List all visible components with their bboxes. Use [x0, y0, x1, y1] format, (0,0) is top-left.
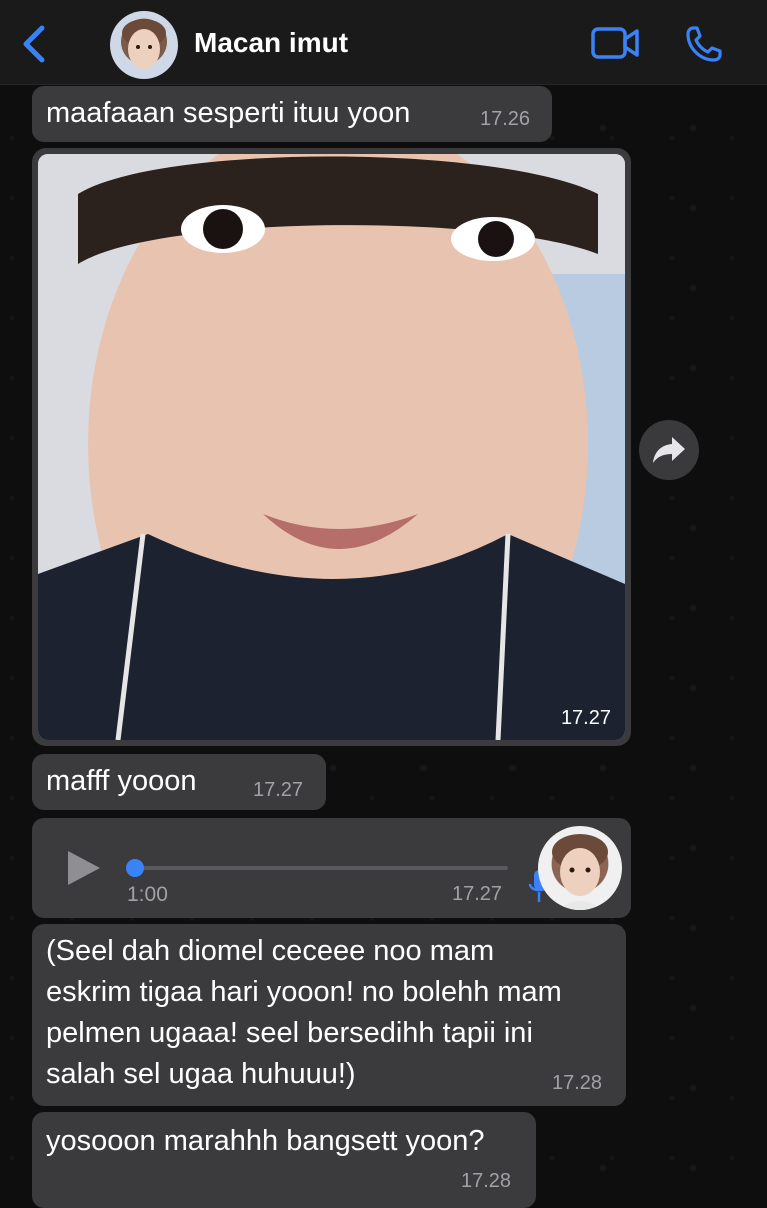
message-text: yosooon marahhh bangsett yoon?	[46, 1125, 485, 1157]
message-text: mafff yooon	[46, 765, 197, 797]
message-bubble[interactable]: maafaaan sesperti ituu yoon 17.26	[32, 86, 552, 142]
play-icon	[68, 851, 100, 885]
phone-icon	[686, 26, 722, 62]
message-time: 17.27	[452, 883, 503, 905]
message-line: eskrim tigaa hari yooon! no bolehh mam	[46, 976, 562, 1008]
message-line: (Seel dah diomel ceceee noo mam	[46, 935, 495, 967]
message-time: 17.26	[480, 108, 531, 130]
message-bubble[interactable]: yosooon marahhh bangsett yoon? 17.28	[32, 1112, 536, 1208]
voice-progress-handle[interactable]	[126, 859, 144, 877]
message-text: maafaaan sesperti ituu yoon	[46, 97, 411, 129]
message-time: 17.28	[461, 1170, 512, 1192]
voice-sender-avatar	[538, 826, 622, 910]
play-button[interactable]	[64, 848, 104, 888]
chevron-left-icon	[23, 25, 45, 63]
video-camera-icon	[591, 27, 639, 59]
message-time: 17.27	[253, 779, 304, 801]
contact-name[interactable]: Macan imut	[194, 27, 348, 59]
video-call-button[interactable]	[590, 24, 640, 62]
voice-duration: 1:00	[127, 883, 168, 906]
contact-avatar[interactable]	[110, 11, 178, 79]
voice-call-button[interactable]	[684, 24, 724, 64]
forward-arrow-icon	[653, 437, 685, 463]
photo-image[interactable]: 17.27	[38, 154, 625, 740]
message-line: pelmen ugaaa! seel bersedihh tapii ini	[46, 1017, 533, 1049]
message-time: 17.28	[552, 1072, 603, 1094]
voice-progress-track[interactable]	[132, 866, 508, 870]
back-button[interactable]	[18, 24, 54, 64]
message-line: salah sel ugaa huhuuu!)	[46, 1058, 356, 1090]
photo-message[interactable]: 17.27	[32, 148, 631, 746]
message-bubble[interactable]: (Seel dah diomel ceceee noo mam eskrim t…	[32, 924, 626, 1106]
message-bubble[interactable]: mafff yooon 17.27	[32, 754, 326, 810]
chat-header: Macan imut	[0, 0, 767, 85]
message-time: 17.27	[560, 707, 611, 729]
forward-button[interactable]	[639, 420, 699, 480]
